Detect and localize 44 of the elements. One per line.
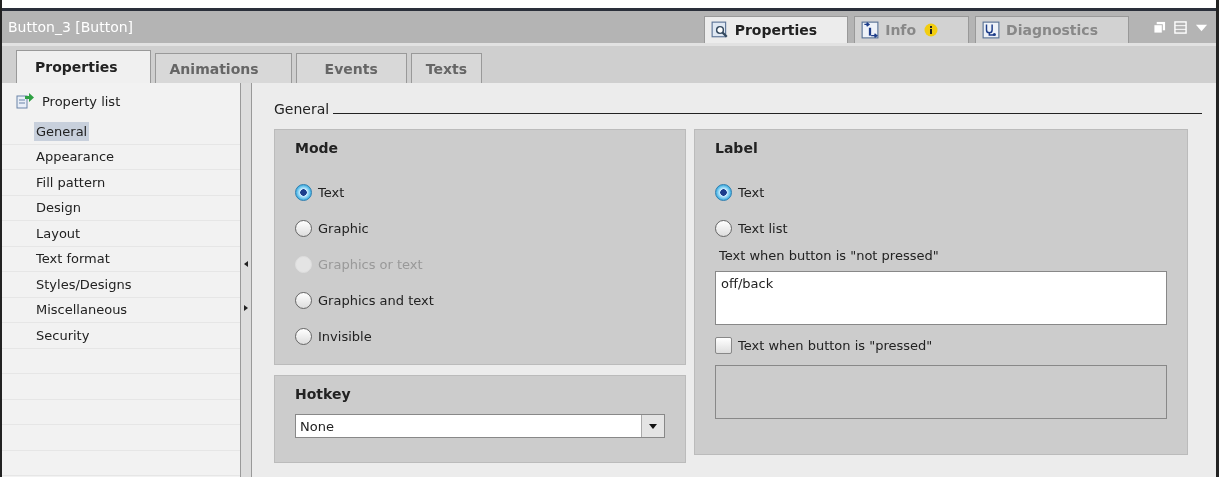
- radio-button[interactable]: [715, 183, 732, 201]
- sidebar-item[interactable]: General: [34, 121, 90, 141]
- checkbox[interactable]: [715, 336, 732, 354]
- view-tab[interactable]: Properties: [703, 16, 849, 43]
- radio-button[interactable]: [295, 291, 312, 309]
- sidebar-item[interactable]: Security: [34, 325, 92, 345]
- radio-label: Text: [318, 184, 345, 200]
- panel-heading: Label: [715, 140, 759, 156]
- section-title: General: [274, 101, 330, 117]
- sidebar-item[interactable]: Appearance: [34, 147, 117, 167]
- sidebar-item[interactable]: Fill pattern: [34, 172, 108, 192]
- radio-label: Text: [738, 184, 765, 200]
- sidebar-item[interactable]: Design: [34, 198, 83, 218]
- field-label: Text when button is "not pressed": [718, 248, 940, 263]
- magnifier-icon: [710, 21, 729, 39]
- tab[interactable]: Animations: [154, 53, 292, 83]
- stethoscope-icon: [982, 21, 1001, 39]
- caret-icon: [649, 423, 657, 429]
- text-field[interactable]: off/back: [715, 271, 1167, 325]
- text-field[interactable]: [715, 365, 1167, 419]
- sidebar-item[interactable]: Text format: [34, 249, 112, 269]
- radio-button[interactable]: [295, 327, 312, 345]
- sidebar-item[interactable]: Styles/Designs: [34, 274, 134, 294]
- radio-label: Graphics and text: [318, 292, 434, 308]
- checkbox-label: Text when button is "pressed": [738, 337, 933, 353]
- sidebar-item[interactable]: Miscellaneous: [34, 300, 130, 320]
- list-arrow-icon: [16, 93, 34, 109]
- expand-right-icon[interactable]: [244, 305, 248, 311]
- radio-button[interactable]: [295, 219, 312, 237]
- radio-label: Invisible: [318, 328, 372, 344]
- panel-heading: Hotkey: [295, 386, 352, 402]
- tab[interactable]: Texts: [410, 53, 482, 83]
- sidebar-item[interactable]: Layout: [34, 223, 83, 243]
- radio-button[interactable]: [295, 183, 312, 201]
- radio-label: Text list: [738, 220, 788, 236]
- radio-button[interactable]: [715, 219, 732, 237]
- tab[interactable]: Properties: [16, 50, 151, 83]
- collapse-left-icon[interactable]: [244, 261, 248, 267]
- panel-heading: Mode: [295, 140, 340, 156]
- tab[interactable]: Events: [295, 53, 407, 83]
- panel-title: Button_3 [Button]: [8, 19, 135, 35]
- sidebar-title: Property list: [42, 93, 121, 109]
- radio-label: Graphic: [318, 220, 369, 236]
- hotkey-dropdown[interactable]: None: [295, 414, 665, 438]
